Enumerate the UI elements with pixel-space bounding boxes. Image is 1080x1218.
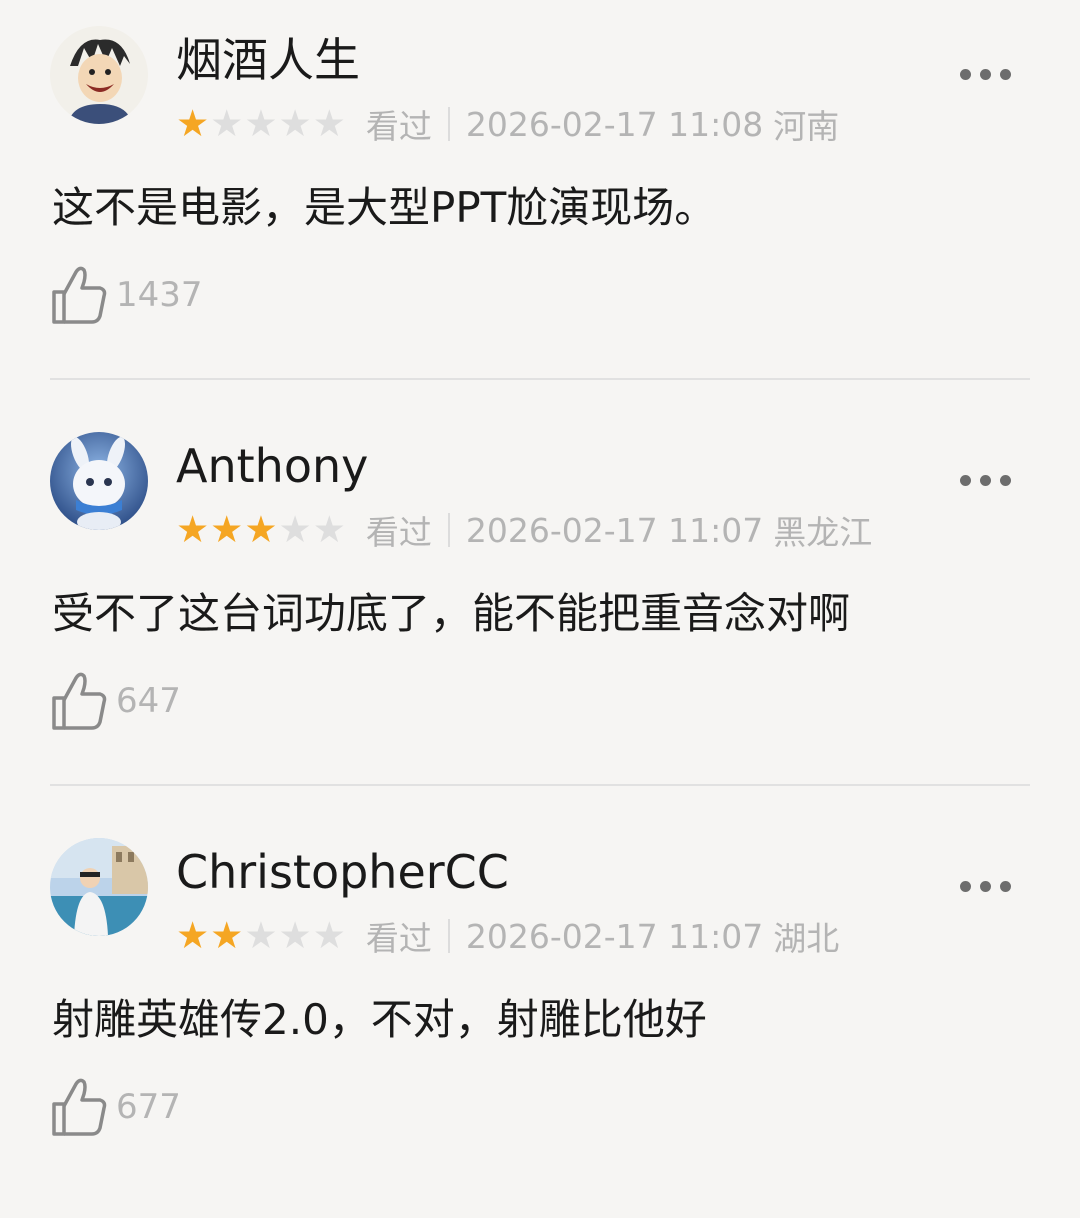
thumbs-up-icon [52,672,107,730]
username[interactable]: 烟酒人生 [176,30,360,90]
thumbs-up-icon [52,266,107,324]
star-icon: ★ [312,102,346,145]
star-icon: ★ [278,508,312,551]
thumbs-up-icon [52,1078,107,1136]
review-item: ChristopherCC ★ ★ ★ ★ ★ 看过 2026-02-17 11… [0,812,1080,1218]
watch-status: 看过 [365,107,432,146]
star-icon: ★ [312,914,346,957]
like-count: 677 [116,1087,181,1127]
review-datetime: 2026-02-17 11:07 [465,510,764,550]
divider [50,378,1030,380]
username[interactable]: Anthony [176,436,368,496]
like-count: 1437 [116,275,203,315]
like-button[interactable]: 677 [50,1074,181,1140]
star-icon: ★ [244,914,278,957]
review-content: 受不了这台词功底了，能不能把重音念对啊 [52,589,851,638]
watch-status: 看过 [365,919,432,958]
review-content: 这不是电影，是大型PPT尬演现场。 [52,183,717,232]
review-item: Anthony ★ ★ ★ ★ ★ 看过 2026-02-17 11:07 黑龙… [0,406,1080,812]
star-icon: ★ [278,914,312,957]
avatar[interactable] [50,432,148,530]
star-rating: ★ ★ ★ ★ ★ [176,916,346,956]
review-location: 黑龙江 [773,513,873,552]
avatar-image [50,26,148,124]
star-icon: ★ [210,508,244,551]
divider-vertical [447,107,450,141]
review-meta: ★ ★ ★ ★ ★ 看过 2026-02-17 11:08 河南 [176,98,839,150]
star-icon: ★ [176,102,210,145]
star-icon: ★ [244,102,278,145]
review-location: 湖北 [773,919,840,958]
watch-status: 看过 [365,513,432,552]
review-content: 射雕英雄传2.0，不对，射雕比他好 [52,995,707,1044]
more-dots-icon[interactable] [960,62,1020,86]
avatar-image [50,432,148,530]
star-rating: ★ ★ ★ ★ ★ [176,510,346,550]
more-dots-icon[interactable] [960,874,1020,898]
review-meta: ★ ★ ★ ★ ★ 看过 2026-02-17 11:07 湖北 [176,910,839,962]
username[interactable]: ChristopherCC [176,842,509,902]
review-item: 烟酒人生 ★ ★ ★ ★ ★ 看过 2026-02-17 11:08 河南 这不… [0,0,1080,406]
like-button[interactable]: 1437 [50,262,203,328]
divider-vertical [447,513,450,547]
star-icon: ★ [176,914,210,957]
star-icon: ★ [312,508,346,551]
more-dots-icon[interactable] [960,468,1020,492]
star-icon: ★ [176,508,210,551]
review-datetime: 2026-02-17 11:08 [465,104,764,144]
avatar[interactable] [50,26,148,124]
avatar-image [50,838,148,936]
like-count: 647 [116,681,181,721]
star-rating: ★ ★ ★ ★ ★ [176,104,346,144]
star-icon: ★ [210,102,244,145]
avatar[interactable] [50,838,148,936]
divider [50,784,1030,786]
star-icon: ★ [244,508,278,551]
like-button[interactable]: 647 [50,668,181,734]
star-icon: ★ [210,914,244,957]
divider-vertical [447,919,450,953]
review-datetime: 2026-02-17 11:07 [465,916,764,956]
review-location: 河南 [773,107,840,146]
star-icon: ★ [278,102,312,145]
review-meta: ★ ★ ★ ★ ★ 看过 2026-02-17 11:07 黑龙江 [176,504,872,556]
